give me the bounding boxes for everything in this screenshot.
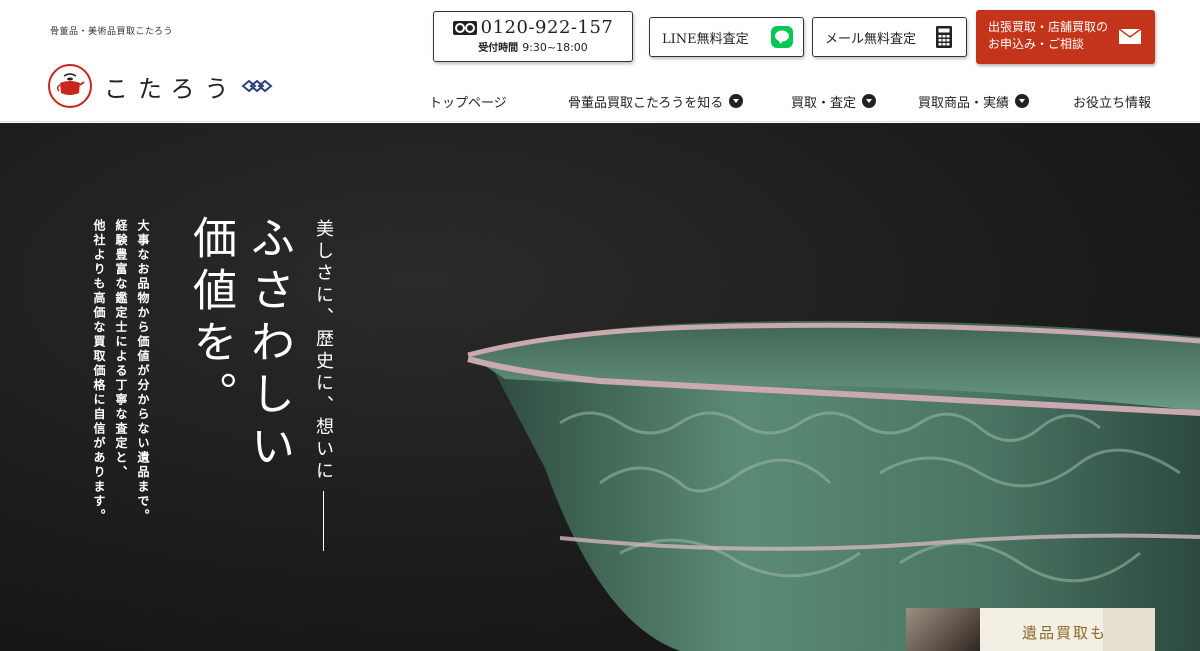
logo-mark-icon xyxy=(241,79,273,93)
hero-body-text: 大事なお品物から価値が分からない遺品まで。 経験豊富な鑑定士による丁寧な査定と、… xyxy=(88,219,154,524)
line-assessment-button[interactable]: LINE無料査定 xyxy=(649,17,804,57)
hours-value: 9:30~18:00 xyxy=(522,41,588,54)
site-tagline: 骨董品・美術品買取こたろう xyxy=(50,27,173,37)
chevron-down-icon xyxy=(729,94,744,108)
hours-label: 受付時間 xyxy=(478,43,519,54)
nav-label: お役立ち情報 xyxy=(1073,95,1152,111)
nav-label: 買取商品・実績 xyxy=(918,95,1010,111)
nav-item-top[interactable]: トップページ xyxy=(429,92,507,111)
hero-body-line: 経験豊富な鑑定士による丁寧な査定と、 xyxy=(114,219,128,480)
nav-item-about[interactable]: 骨董品買取こたろうを知る xyxy=(568,92,744,111)
celadon-bowl-image xyxy=(0,123,1200,651)
banner-text: 遺品買取も xyxy=(1022,624,1108,642)
mail-assessment-button[interactable]: メール無料査定 xyxy=(812,17,967,57)
logo-wordmark: こたろう xyxy=(104,74,239,103)
nav-label: 買取・査定 xyxy=(791,95,857,111)
teapot-icon xyxy=(48,64,92,108)
visit-purchase-cta-button[interactable]: 出張買取・店舗買取の お申込み・ご相談 xyxy=(976,10,1155,64)
freedial-icon xyxy=(452,20,477,35)
nav-label: トップページ xyxy=(429,95,507,111)
hero-heading-line-2: 価値を。 xyxy=(185,215,236,423)
staff-photo xyxy=(906,608,980,651)
hero-subheading: 美しさに、歴史に、想いに xyxy=(310,219,336,551)
nav-label: 骨董品買取こたろうを知る xyxy=(568,95,724,111)
chevron-down-icon xyxy=(862,94,877,108)
hero-subheading-rule xyxy=(322,491,324,551)
phone-button[interactable]: 0120-922-157 受付時間 9:30~18:00 xyxy=(433,11,633,62)
hero-section: 美しさに、歴史に、想いに ふさわしい 価値を。 大事なお品物から価値が分からない… xyxy=(0,123,1200,651)
nav-item-assessment[interactable]: 買取・査定 xyxy=(791,92,877,111)
nav-item-products[interactable]: 買取商品・実績 xyxy=(918,92,1030,111)
hero-body-line: 大事なお品物から価値が分からない遺品まで。 xyxy=(136,219,150,524)
calculator-icon xyxy=(936,26,952,48)
nav-item-info[interactable]: お役立ち情報 xyxy=(1073,92,1152,111)
hero-body-line: 他社よりも高価な買取価格に自信があります。 xyxy=(92,219,106,524)
site-logo[interactable]: こたろう xyxy=(48,64,273,108)
phone-number: 0120-922-157 xyxy=(480,17,614,38)
site-header: 骨董品・美術品買取こたろう こたろう 0120-922-157 受付時間 9:3… xyxy=(0,0,1200,122)
hero-subheading-text: 美しさに、歴史に、想いに xyxy=(313,219,334,483)
chevron-down-icon xyxy=(1015,94,1030,108)
mail-button-label: メール無料査定 xyxy=(825,31,917,47)
line-app-icon xyxy=(771,26,793,48)
line-button-label: LINE無料査定 xyxy=(662,31,749,47)
estate-purchase-banner[interactable]: 遺品買取も xyxy=(906,608,1155,651)
hero-heading-line-1: ふさわしい xyxy=(243,215,294,475)
leaf-decoration xyxy=(1103,608,1155,651)
envelope-icon xyxy=(1119,29,1141,44)
